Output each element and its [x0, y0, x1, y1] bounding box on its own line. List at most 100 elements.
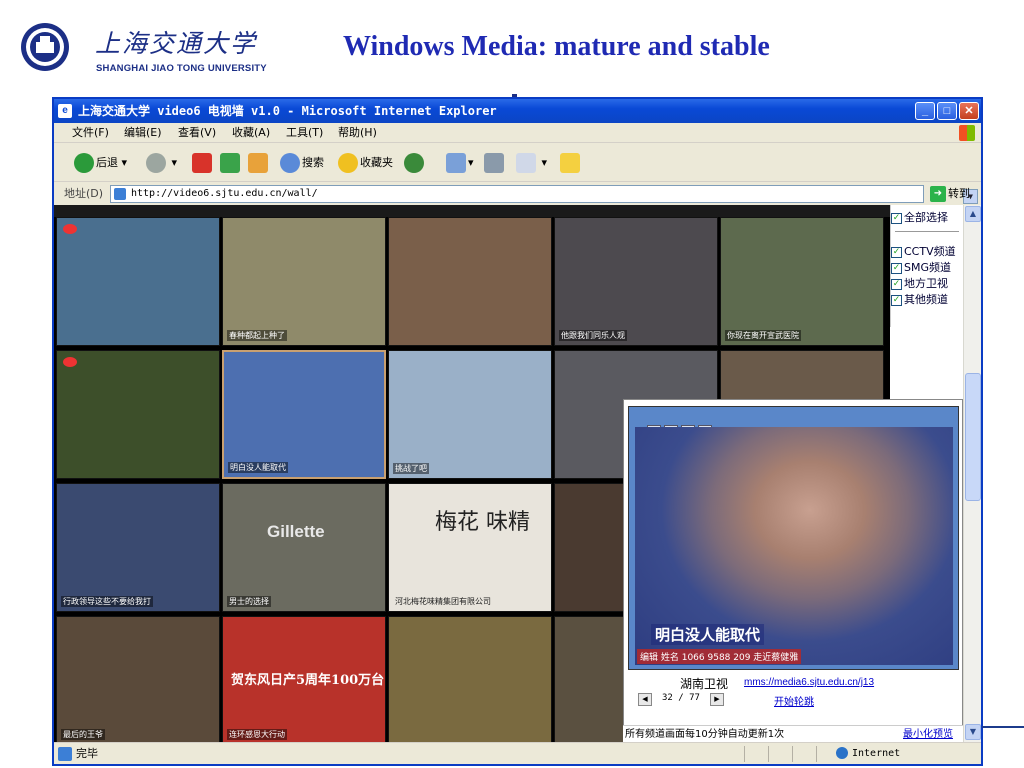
channel-thumbnail[interactable] — [388, 217, 552, 346]
back-arrow-icon — [74, 153, 94, 173]
address-input[interactable]: http://video6.sjtu.edu.cn/wall/ ▼ — [110, 185, 978, 204]
history-icon — [404, 153, 424, 173]
edit-button[interactable]: ▾ — [516, 153, 547, 173]
slide-title: Windows Media: mature and stable — [343, 31, 770, 62]
window-titlebar[interactable]: e 上海交通大学 video6 电视墙 v1.0 - Microsoft Int… — [54, 99, 981, 123]
status-divider — [816, 746, 817, 762]
refresh-button[interactable] — [220, 153, 242, 173]
checkbox-icon[interactable]: ✓ — [891, 294, 902, 306]
status-divider — [768, 746, 769, 762]
university-name-en: SHANGHAI JIAO TONG UNIVERSITY — [96, 63, 267, 74]
channel-thumbnail[interactable] — [56, 350, 220, 479]
channel-thumbnail[interactable]: 他跟我们同乐人观 — [554, 217, 718, 346]
word-icon — [516, 153, 536, 173]
channel-thumbnail[interactable]: 行政领导这些不要给我打 — [56, 483, 220, 612]
channel-thumbnail[interactable]: 最后的王爷 — [56, 616, 220, 742]
stop-icon — [192, 153, 212, 173]
mail-icon — [446, 153, 466, 173]
channel-thumbnail-selected[interactable]: 明白没人能取代 — [222, 350, 386, 479]
preview-stream-link[interactable]: mms://media6.sjtu.edu.cn/j13 — [744, 677, 874, 688]
preview-frame: ▪⎙✉▤ 明白没人能取代 编辑 姓名 1066 9588 209 走近蔡健雅 — [628, 406, 959, 670]
globe-icon — [836, 747, 848, 759]
home-icon — [248, 153, 268, 173]
channel-thumbnail[interactable] — [554, 616, 624, 742]
menu-edit[interactable]: 编辑(E) — [124, 123, 162, 143]
address-bar: 地址(D) http://video6.sjtu.edu.cn/wall/ ▼ … — [54, 183, 981, 205]
channel-thumbnail[interactable]: 梅花 味精 河北梅花味精集团有限公司 — [388, 483, 552, 612]
bottom-accent-line — [982, 726, 1024, 728]
checkbox-icon[interactable]: ✓ — [891, 278, 902, 290]
menu-file[interactable]: 文件(F) — [72, 123, 109, 143]
forward-arrow-icon — [146, 153, 166, 173]
channel-thumbnail[interactable] — [56, 217, 220, 346]
channel-thumbnail[interactable]: Gillette 男士的选择 — [222, 483, 386, 612]
messenger-button[interactable] — [560, 153, 582, 173]
filter-all[interactable]: ✓ 全部选择 — [891, 211, 948, 225]
preview-subcaption: 编辑 姓名 1066 9588 209 走近蔡健雅 — [637, 649, 802, 664]
preview-panel: ▪⎙✉▤ 明白没人能取代 编辑 姓名 1066 9588 209 走近蔡健雅 湖… — [623, 399, 963, 742]
maximize-button[interactable]: □ — [937, 102, 957, 120]
status-divider — [792, 746, 793, 762]
menu-favorites[interactable]: 收藏(A) — [232, 123, 270, 143]
prev-icon[interactable]: ◀ — [638, 693, 652, 706]
scroll-down-icon[interactable]: ▼ — [965, 724, 981, 740]
refresh-icon — [220, 153, 240, 173]
channel-thumbnail[interactable]: 贺东风日产5周年100万台 连环感恩大行动 — [222, 616, 386, 742]
preview-caption: 明白没人能取代 — [651, 624, 765, 645]
channel-thumbnail[interactable] — [554, 483, 624, 612]
checkbox-icon[interactable]: ✓ — [891, 212, 902, 224]
page-content: 春种都起上种了 他跟我们同乐人观 你现在离开宣武医院 明白没人能取代 挑战了吧 … — [54, 205, 981, 742]
stop-button[interactable] — [192, 153, 214, 173]
university-name-cn: 上海交通大学 — [95, 29, 258, 58]
go-button[interactable]: ➜ 转到 — [930, 183, 970, 205]
menu-help[interactable]: 帮助(H) — [338, 123, 377, 143]
menu-view[interactable]: 查看(V) — [178, 123, 216, 143]
filter-other[interactable]: ✓ 其他频道 — [891, 293, 948, 307]
notice-bar: 所有频道画面每10分钟自动更新1次 最小化预览 — [623, 725, 963, 742]
minimize-preview-link[interactable]: 最小化预览 — [903, 726, 953, 742]
channel-thumbnail[interactable]: 春种都起上种了 — [222, 217, 386, 346]
status-text: 完毕 — [76, 747, 98, 760]
close-button[interactable]: ✕ — [959, 102, 979, 120]
preview-video[interactable]: 明白没人能取代 编辑 姓名 1066 9588 209 走近蔡健雅 — [635, 427, 953, 665]
vertical-scrollbar[interactable]: ▲ ▼ — [963, 205, 981, 742]
next-icon[interactable]: ▶ — [710, 693, 724, 706]
favorites-button[interactable]: 收藏夹 — [338, 153, 393, 173]
filter-smg[interactable]: ✓ SMG频道 — [891, 261, 951, 275]
home-button[interactable] — [248, 153, 270, 173]
notice-text: 所有频道画面每10分钟自动更新1次 — [625, 729, 785, 740]
gillette-text: Gillette — [267, 522, 325, 541]
sjtu-seal-logo — [21, 23, 69, 71]
checkbox-icon[interactable]: ✓ — [891, 246, 902, 258]
scroll-up-icon[interactable]: ▲ — [965, 206, 981, 222]
preview-counter: 32 / 77 — [662, 693, 700, 703]
channel-thumbnail[interactable] — [388, 616, 552, 742]
scroll-thumb[interactable] — [965, 373, 981, 501]
forward-button[interactable]: ▾ — [146, 153, 177, 173]
filter-cctv[interactable]: ✓ CCTV频道 — [891, 245, 956, 259]
toolbar: 后退 ▾ ▾ 搜索 收藏夹 ▾ ▾ — [54, 144, 981, 182]
address-label: 地址(D) — [64, 187, 104, 200]
slide: 上海交通大学 SHANGHAI JIAO TONG UNIVERSITY Win… — [0, 0, 1024, 768]
ie-icon: e — [58, 104, 72, 118]
status-bar: 完毕 Internet — [54, 742, 981, 764]
page-icon — [114, 188, 126, 200]
checkbox-icon[interactable]: ✓ — [891, 262, 902, 274]
menu-tools[interactable]: 工具(T) — [286, 123, 323, 143]
history-button[interactable] — [404, 153, 426, 173]
search-button[interactable]: 搜索 — [280, 153, 324, 173]
print-icon — [484, 153, 504, 173]
windows-logo-icon — [959, 125, 975, 141]
mail-button[interactable]: ▾ — [446, 153, 474, 173]
filter-divider — [895, 231, 959, 232]
meihua-text: 梅花 味精 — [435, 510, 530, 535]
autoplay-link[interactable]: 开始轮跳 — [774, 693, 814, 708]
minimize-button[interactable]: _ — [915, 102, 935, 120]
channel-thumbnail[interactable]: 挑战了吧 — [388, 350, 552, 479]
channel-thumbnail[interactable]: 你现在离开宣武医院 — [720, 217, 884, 346]
filter-local[interactable]: ✓ 地方卫视 — [891, 277, 948, 291]
print-button[interactable] — [484, 153, 506, 173]
search-icon — [280, 153, 300, 173]
back-button[interactable]: 后退 ▾ — [74, 153, 127, 173]
page-done-icon — [58, 747, 72, 761]
